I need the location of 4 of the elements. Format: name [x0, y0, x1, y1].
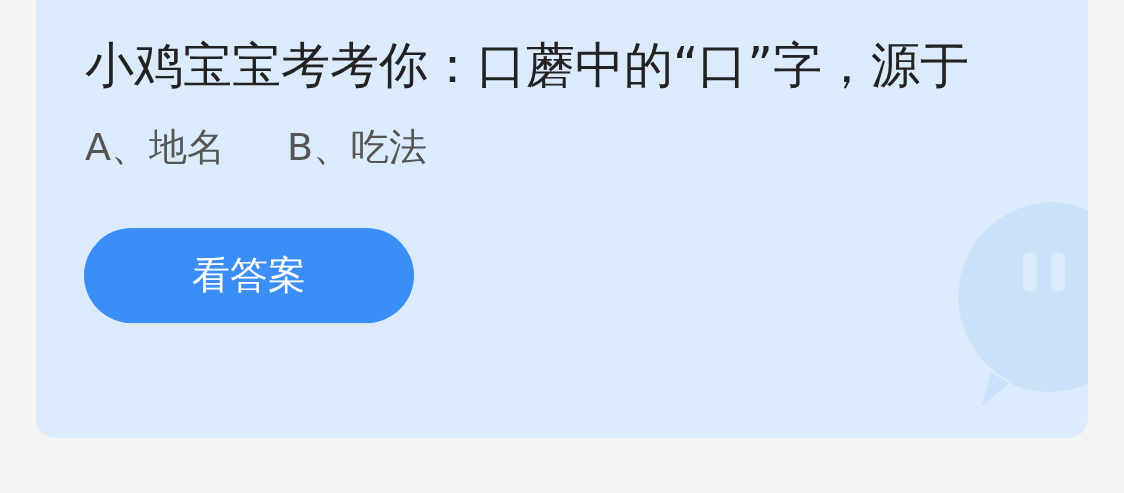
question-text: 小鸡宝宝考考你：口蘑中的“口”字，源于: [85, 36, 970, 96]
answer-option: B、吃法: [287, 122, 428, 172]
show-answer-button[interactable]: 看答案: [84, 228, 414, 323]
answer-option: A、地名: [85, 122, 225, 172]
